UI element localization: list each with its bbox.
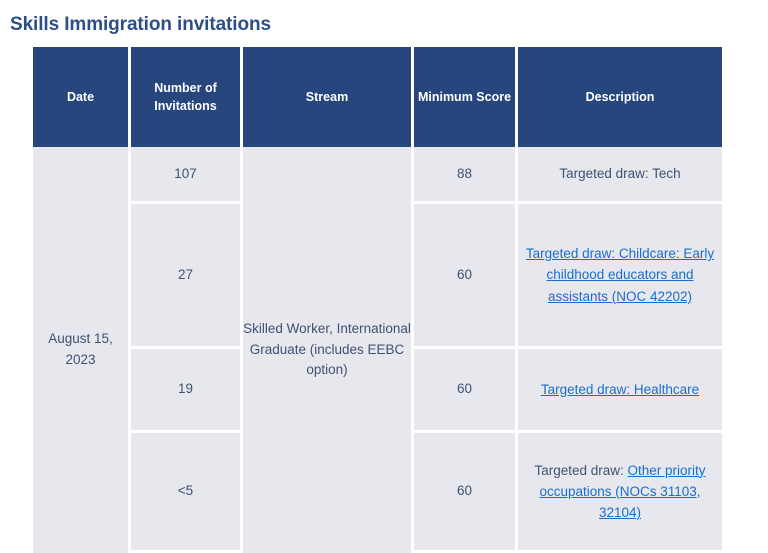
column-header-stream: Stream: [243, 47, 414, 147]
column-header-date: Date: [33, 47, 131, 147]
cell-description: Targeted draw: Childcare: Early childhoo…: [518, 204, 722, 349]
cell-description: Targeted draw: Other priority occupation…: [518, 433, 722, 553]
description-text-prefix: Targeted draw:: [534, 462, 628, 478]
table-header: Date Number of Invitations Stream Minimu…: [33, 47, 722, 147]
cell-minimum-score: 60: [414, 433, 518, 553]
page-title: Skills Immigration invitations: [10, 13, 271, 35]
cell-number-of-invitations: 107: [131, 147, 243, 204]
skills-immigration-table: Date Number of Invitations Stream Minimu…: [33, 47, 722, 553]
cell-minimum-score: 88: [414, 147, 518, 204]
description-link[interactable]: Targeted draw: Healthcare: [541, 382, 699, 397]
skills-immigration-table-wrapper: Date Number of Invitations Stream Minimu…: [33, 47, 722, 553]
table-body: August 15, 2023 107 Skilled Worker, Inte…: [33, 147, 722, 553]
column-header-minimum-score: Minimum Score: [414, 47, 518, 147]
page-container: Skills Immigration invitations Date Numb…: [0, 0, 768, 553]
description-text: Targeted draw: Tech: [559, 166, 681, 182]
description-link[interactable]: Targeted draw: Childcare: Early childhoo…: [526, 246, 714, 304]
cell-description: Targeted draw: Tech: [518, 147, 722, 204]
cell-minimum-score: 60: [414, 204, 518, 349]
column-header-description: Description: [518, 47, 722, 147]
column-header-number-of-invitations: Number of Invitations: [131, 47, 243, 147]
cell-number-of-invitations: <5: [131, 433, 243, 553]
cell-date: August 15, 2023: [33, 147, 131, 553]
table-row: August 15, 2023 107 Skilled Worker, Inte…: [33, 147, 722, 553]
cell-number-of-invitations: 27: [131, 204, 243, 349]
cell-description: Targeted draw: Healthcare: [518, 349, 722, 433]
table-header-row: Date Number of Invitations Stream Minimu…: [33, 47, 722, 147]
cell-number-of-invitations: 19: [131, 349, 243, 433]
cell-minimum-score: 60: [414, 349, 518, 433]
cell-stream: Skilled Worker, International Graduate (…: [243, 147, 414, 553]
